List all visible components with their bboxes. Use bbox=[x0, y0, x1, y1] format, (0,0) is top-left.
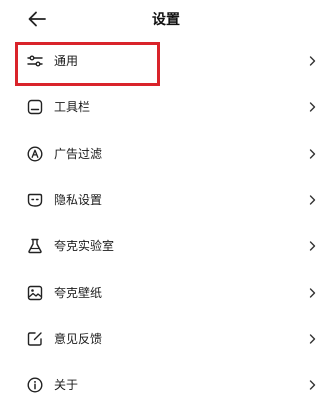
chevron-right-icon bbox=[309, 148, 316, 159]
settings-item-toolbar[interactable]: 工具栏 bbox=[0, 84, 332, 130]
chevron-right-icon bbox=[309, 333, 316, 344]
flask-icon bbox=[27, 238, 43, 254]
chevron-right-icon bbox=[309, 380, 316, 391]
settings-item-label: 意见反馈 bbox=[54, 331, 103, 346]
toolbar-icon bbox=[27, 99, 43, 115]
settings-item-ad-filter[interactable]: 广告过滤 bbox=[0, 131, 332, 177]
settings-item-label: 夸克壁纸 bbox=[54, 285, 103, 300]
settings-list: 通用 工具栏 广告过滤 隐私设置 夸克实验室 夸克壁纸 意见反馈 关于 bbox=[0, 38, 332, 408]
chevron-right-icon bbox=[309, 56, 316, 67]
settings-item-lab[interactable]: 夸克实验室 bbox=[0, 223, 332, 269]
chevron-right-icon bbox=[309, 102, 316, 113]
edit-feedback-icon bbox=[27, 331, 43, 347]
settings-item-label: 广告过滤 bbox=[54, 146, 103, 161]
settings-item-wallpaper[interactable]: 夸克壁纸 bbox=[0, 269, 332, 315]
settings-item-label: 夸克实验室 bbox=[54, 239, 115, 254]
settings-item-label: 通用 bbox=[54, 54, 79, 69]
chevron-right-icon bbox=[309, 287, 316, 298]
ad-filter-icon bbox=[27, 146, 43, 162]
settings-item-feedback[interactable]: 意见反馈 bbox=[0, 316, 332, 362]
image-icon bbox=[27, 285, 43, 301]
sliders-icon bbox=[27, 53, 43, 69]
chevron-right-icon bbox=[309, 195, 316, 206]
chevron-right-icon bbox=[309, 241, 316, 252]
settings-item-about[interactable]: 关于 bbox=[0, 362, 332, 408]
settings-item-general[interactable]: 通用 bbox=[0, 38, 332, 84]
header-bar: 设置 bbox=[0, 0, 332, 38]
page-title: 设置 bbox=[152, 11, 180, 27]
settings-item-privacy[interactable]: 隐私设置 bbox=[0, 177, 332, 223]
settings-item-label: 隐私设置 bbox=[54, 193, 103, 208]
settings-item-label: 关于 bbox=[54, 378, 79, 393]
info-icon bbox=[27, 377, 43, 393]
privacy-mask-icon bbox=[27, 192, 43, 208]
settings-item-label: 工具栏 bbox=[54, 100, 91, 115]
